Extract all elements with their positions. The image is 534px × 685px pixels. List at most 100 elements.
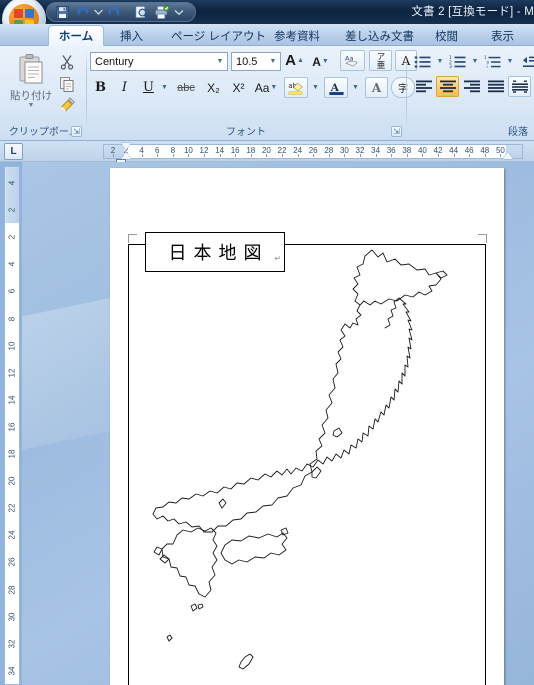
paste-dropdown-icon[interactable]: ▼ [28, 102, 35, 109]
ruler-tick [360, 154, 361, 157]
tab-view[interactable]: 表示 [483, 25, 522, 46]
copy-button[interactable] [57, 74, 77, 94]
japan-outline-svg [152, 249, 448, 670]
underline-dropdown-icon[interactable]: ▼ [158, 77, 170, 98]
multilevel-list-button[interactable]: 1 a i [482, 51, 504, 72]
decrease-indent-button[interactable] [520, 51, 534, 72]
title-text-box[interactable]: 日本地図 ↵ [145, 232, 285, 272]
tab-page-layout[interactable]: ページ レイアウト [163, 25, 274, 46]
bold-button[interactable]: B [90, 77, 111, 98]
japan-map-image[interactable] [129, 245, 487, 685]
paste-icon [19, 54, 43, 84]
separator-2 [406, 50, 407, 130]
distribute-button[interactable] [508, 76, 531, 97]
superscript-button[interactable]: X² [228, 77, 249, 98]
ruler-tick [188, 154, 190, 157]
document-page[interactable]: 日本地図 ↵ [110, 168, 504, 685]
align-right-button[interactable] [460, 76, 483, 97]
undo-dropdown-icon[interactable] [93, 4, 104, 21]
italic-label: I [121, 80, 128, 95]
tab-references[interactable]: 参考資料 [266, 25, 328, 46]
group-font: Century ▼ 10.5 ▼ A ▲ A ▼ Aa ア亜 B I U ▼ a… [88, 47, 417, 139]
map-frame[interactable] [128, 244, 486, 685]
tab-home[interactable]: ホーム [48, 25, 104, 46]
highlight-dropdown-icon[interactable]: ▼ [309, 77, 321, 98]
multilevel-dropdown-icon[interactable]: ▼ [504, 51, 515, 72]
tab-mailings[interactable]: 差し込み文書 [337, 25, 422, 46]
phonetic-guide-button[interactable]: ア亜 [369, 50, 392, 71]
bullets-dropdown-icon[interactable]: ▼ [434, 51, 445, 72]
underline-button[interactable]: U [138, 77, 159, 98]
superscript-label: X² [232, 80, 245, 95]
format-painter-button[interactable] [57, 95, 77, 115]
clipboard-dialog-launcher-icon[interactable]: ⇲ [71, 126, 82, 137]
right-indent-marker[interactable] [503, 152, 513, 159]
vertical-ruler-number: 32 [7, 639, 17, 649]
print-preview-icon[interactable] [132, 4, 151, 21]
font-name-combo[interactable]: Century ▼ [90, 52, 228, 71]
vertical-ruler-number: 4 [7, 262, 17, 267]
paste-button[interactable]: 貼り付け ▼ [8, 50, 54, 118]
align-left-button[interactable] [412, 76, 435, 97]
justify-button[interactable] [484, 76, 507, 97]
vertical-ruler[interactable]: 4224681012141618202224262830323436 [4, 166, 20, 685]
tab-review[interactable]: 校閲 [427, 25, 466, 46]
highlight-color-button[interactable]: ab [284, 77, 308, 98]
vertical-ruler-number: 18 [7, 449, 17, 459]
strikethrough-button[interactable]: abc [172, 77, 200, 98]
font-name-dropdown-icon[interactable]: ▼ [213, 53, 227, 70]
align-center-button[interactable] [436, 76, 459, 97]
first-line-indent-marker[interactable] [121, 143, 131, 150]
ruler-tick [219, 154, 221, 157]
ribbon: ホーム 挿入 ページ レイアウト 参考資料 差し込み文書 校閲 表示 貼り付け [0, 24, 534, 141]
ruler-tick [266, 154, 268, 157]
distribute-icon [511, 80, 528, 93]
save-icon[interactable] [53, 4, 72, 21]
font-dialog-launcher-icon[interactable]: ⇲ [391, 126, 402, 137]
text-effects-button[interactable]: A [365, 77, 388, 98]
paste-label: 貼り付け [10, 90, 52, 102]
ruler-tick [406, 154, 408, 157]
tab-insert[interactable]: 挿入 [112, 25, 151, 46]
vertical-ruler-number: 30 [7, 612, 17, 622]
horizontal-ruler[interactable]: L 2 2 4 6 8 10 12 14 16 18 20 22 24 26 28 30 32 34 36 38 40 4… [0, 141, 534, 163]
group-clipboard: 貼り付け ▼ クリップボー... ⇲ [0, 47, 86, 139]
change-case-button[interactable]: Aa ▼ [252, 77, 280, 98]
customize-qat-icon[interactable] [172, 4, 185, 21]
hanging-indent-marker[interactable] [121, 152, 131, 159]
cut-button[interactable] [57, 52, 77, 72]
ruler-tick [469, 154, 471, 157]
vertical-ruler-number: 22 [7, 503, 17, 513]
tab-stop-selector[interactable]: L [4, 143, 23, 160]
clear-formatting-button[interactable]: Aa [340, 50, 365, 71]
quick-print-icon[interactable] [152, 4, 171, 21]
grow-font-button[interactable]: A ▲ [284, 50, 305, 71]
ruler-tick [235, 154, 237, 157]
vertical-ruler-number: 2 [7, 207, 17, 213]
font-color-dropdown-icon[interactable]: ▼ [349, 77, 361, 98]
vertical-ruler-number: 10 [7, 341, 17, 351]
font-color-button[interactable]: A [324, 77, 348, 98]
align-center-icon [439, 80, 456, 93]
numbering-button[interactable]: 1 2 3 [447, 51, 469, 72]
font-size-combo[interactable]: 10.5 ▼ [231, 52, 281, 71]
font-size-value: 10.5 [236, 55, 258, 68]
strikethrough-label: abc [177, 81, 195, 94]
office-button[interactable] [2, 0, 46, 24]
numbering-dropdown-icon[interactable]: ▼ [469, 51, 480, 72]
horizontal-ruler-track[interactable]: 2 2 4 6 8 10 12 14 16 18 20 22 24 26 28 30 32 34 36 38 40 42 4… [103, 144, 523, 159]
bullets-button[interactable] [412, 51, 434, 72]
group-label-paragraph: 段落 [508, 127, 528, 138]
vertical-ruler-number: 4 [7, 180, 17, 186]
font-size-dropdown-icon[interactable]: ▼ [266, 53, 280, 70]
group-label-font: フォント [226, 127, 266, 138]
subscript-button[interactable]: X₂ [203, 77, 224, 98]
svg-text:i: i [487, 64, 488, 69]
shrink-font-label: A [312, 54, 321, 69]
document-workspace: 日本地図 ↵ [22, 162, 534, 685]
shrink-font-button[interactable]: A ▼ [310, 51, 331, 72]
italic-button[interactable]: I [114, 77, 135, 98]
undo-icon[interactable] [73, 4, 92, 21]
redo-icon[interactable] [105, 4, 124, 21]
quick-access-toolbar [46, 2, 196, 22]
